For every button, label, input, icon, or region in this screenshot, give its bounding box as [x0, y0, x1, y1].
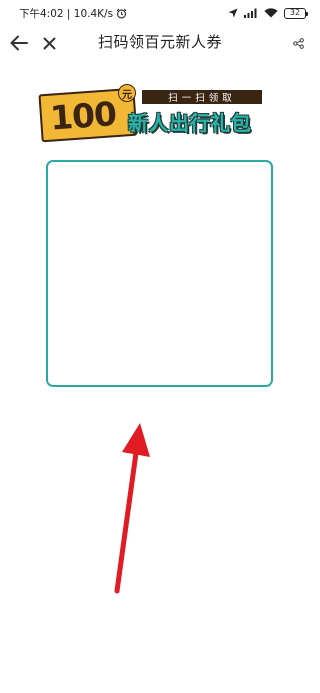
scan-tag: 扫一扫领取: [142, 90, 262, 104]
signal-icon: [244, 8, 257, 18]
share-button[interactable]: [288, 33, 308, 53]
status-right: 32: [228, 7, 308, 19]
screen: 下午4:02 | 10.4K/s 32 扫码领百元新人券 100 元 扫一扫领取…: [0, 0, 320, 693]
status-bar: 下午4:02 | 10.4K/s 32: [0, 0, 320, 26]
page-title: 扫码领百元新人券: [97, 33, 222, 51]
annotation-arrow-icon: [114, 423, 150, 594]
app-header: 扫码领百元新人券: [0, 26, 320, 58]
battery-level: 32: [289, 8, 301, 17]
status-left: 下午4:02 | 10.4K/s: [19, 6, 127, 21]
alarm-icon: [116, 8, 127, 18]
share-icon: [292, 37, 304, 49]
location-arrow-icon: [228, 8, 238, 18]
status-time-speed: 下午4:02 | 10.4K/s: [19, 7, 114, 20]
amount-text: 100: [48, 93, 118, 138]
banner-headline: 新人出行礼包: [128, 111, 251, 135]
unit-badge: 元: [118, 84, 136, 102]
wifi-icon: [264, 8, 278, 18]
qr-scan-frame[interactable]: [46, 160, 273, 387]
promo-banner: 100 元 扫一扫领取 新人出行礼包: [38, 82, 278, 144]
battery-icon: 32: [284, 7, 308, 19]
